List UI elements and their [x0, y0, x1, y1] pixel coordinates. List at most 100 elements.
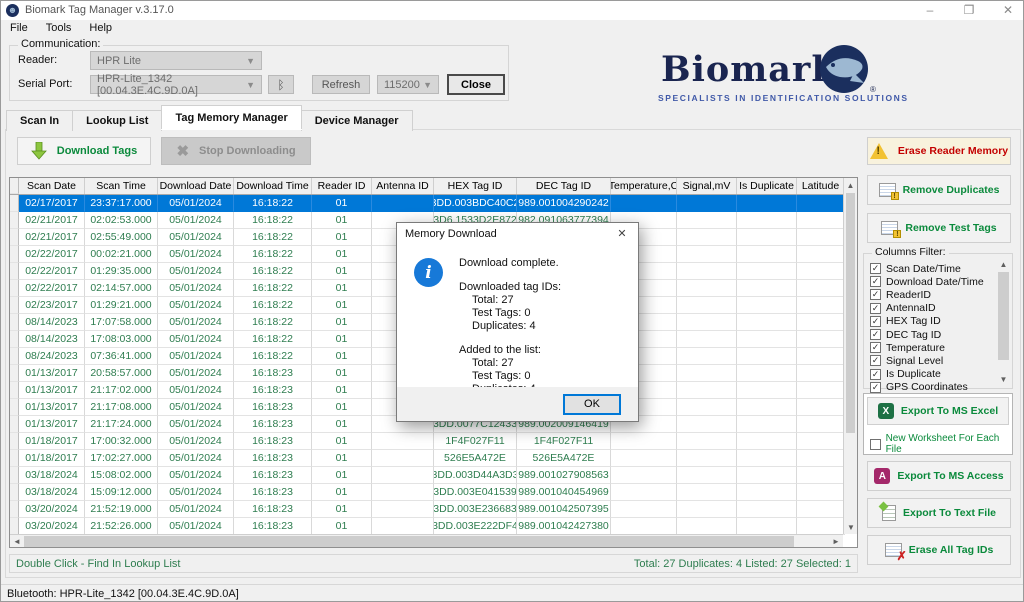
table-hscrollbar[interactable]: ◄► [10, 534, 843, 547]
cell [737, 246, 797, 263]
filter-download-date-time[interactable]: ✓Download Date/Time [870, 275, 990, 288]
table-row[interactable]: 03/20/202421:52:26.00005/01/202416:18:23… [10, 518, 857, 535]
col-header-download-time[interactable]: Download Time [234, 178, 312, 194]
erase-reader-memory-button[interactable]: Erase Reader Memory [867, 137, 1011, 165]
cell: 17:00:32.000 [85, 433, 158, 450]
cell: 03/18/2024 [19, 467, 85, 484]
cell [737, 229, 797, 246]
cell: 05/01/2024 [158, 518, 234, 535]
filter-readerid[interactable]: ✓ReaderID [870, 288, 990, 301]
table-row[interactable]: 03/20/202421:52:19.00005/01/202416:18:23… [10, 501, 857, 518]
checkbox-icon[interactable] [870, 439, 881, 450]
filter-scroll-thumb[interactable] [998, 272, 1009, 360]
cell: 3DD.003D44A3D3 [434, 467, 517, 484]
cell: 17:08:03.000 [85, 331, 158, 348]
cell [372, 467, 434, 484]
scroll-up-icon[interactable]: ▲ [997, 258, 1010, 271]
filter-is-duplicate[interactable]: ✓Is Duplicate [870, 368, 990, 381]
col-header-scan-time[interactable]: Scan Time [85, 178, 158, 194]
menu-item-help[interactable]: Help [80, 20, 121, 36]
row-header-corner [10, 178, 19, 194]
excel-icon: X [878, 403, 894, 419]
col-header-scan-date[interactable]: Scan Date [19, 178, 85, 194]
filter-dec-tag-id[interactable]: ✓DEC Tag ID [870, 328, 990, 341]
dialog-close-icon[interactable]: ✕ [606, 223, 638, 245]
scroll-up-icon[interactable]: ▲ [844, 178, 857, 192]
downloaded-stats: Total: 27Test Tags: 0Duplicates: 4 [459, 294, 561, 333]
table-hscroll-thumb[interactable] [24, 536, 794, 547]
table-row[interactable]: 02/17/201723:37:17.00005/01/202416:18:22… [10, 195, 857, 212]
col-header-hex-tag-id[interactable]: HEX Tag ID [434, 178, 517, 194]
ok-button[interactable]: OK [563, 394, 621, 415]
export-text-file-button[interactable]: Export To Text File [867, 498, 1011, 528]
cell: 02/23/2017 [19, 297, 85, 314]
serial-port-select[interactable]: HPR-Lite_1342 [00.04.3E.4C.9D.0A] ▼ [90, 75, 262, 94]
reader-select[interactable]: HPR Lite ▼ [90, 51, 262, 70]
col-header-is-duplicate[interactable]: Is Duplicate [737, 178, 797, 194]
scroll-down-icon[interactable]: ▼ [844, 520, 858, 534]
cell [677, 229, 737, 246]
remove-duplicates-button[interactable]: ! Remove Duplicates [867, 175, 1011, 205]
export-access-button[interactable]: A Export To MS Access [867, 461, 1011, 491]
cell: 02:55:49.000 [85, 229, 158, 246]
filter-label: Scan Date/Time [886, 263, 961, 275]
col-header-signal-mv[interactable]: Signal,mV [677, 178, 737, 194]
reader-value: HPR Lite [97, 55, 141, 67]
baud-rate-select[interactable]: 115200 ▼ [377, 75, 439, 94]
cell: 3DD.003BDC40C2 [434, 195, 517, 212]
col-header-dec-tag-id[interactable]: DEC Tag ID [517, 178, 611, 194]
table-row[interactable]: 03/18/202415:09:12.00005/01/202416:18:23… [10, 484, 857, 501]
col-header-reader-id[interactable]: Reader ID [312, 178, 372, 194]
tab-device-manager[interactable]: Device Manager [301, 110, 413, 131]
cell: 23:37:17.000 [85, 195, 158, 212]
cell: 01 [312, 518, 372, 535]
bluetooth-button[interactable]: ᛒ [268, 75, 294, 94]
tab-lookup-list[interactable]: Lookup List [72, 110, 162, 131]
remove-test-tags-button[interactable]: ! Remove Test Tags [867, 213, 1011, 243]
table-row[interactable]: 01/18/201717:00:32.00005/01/202416:18:23… [10, 433, 857, 450]
download-tags-button[interactable]: Download Tags [17, 137, 151, 165]
cell [677, 501, 737, 518]
filter-scrollbar[interactable]: ▲ ▼ [997, 258, 1010, 386]
cell: 16:18:22 [234, 297, 312, 314]
table-row[interactable]: 01/18/201717:02:27.00005/01/202416:18:23… [10, 450, 857, 467]
filter-gps-coordinates[interactable]: ✓GPS Coordinates [870, 381, 990, 394]
filter-signal-level[interactable]: ✓Signal Level [870, 354, 990, 367]
table-row[interactable]: 03/18/202415:08:02.00005/01/202416:18:23… [10, 467, 857, 484]
menu-item-file[interactable]: File [1, 20, 37, 36]
row-header-cell [10, 484, 19, 501]
col-header-latitude[interactable]: Latitude [797, 178, 845, 194]
tab-tag-memory-manager[interactable]: Tag Memory Manager [161, 105, 301, 129]
dialog-title-bar[interactable]: Memory Download ✕ [397, 223, 638, 245]
title-bar[interactable]: ☻ Biomark Tag Manager v.3.17.0 – ❐ ✕ [1, 1, 1024, 20]
table-vscroll-thumb[interactable] [846, 193, 855, 433]
col-header-download-date[interactable]: Download Date [158, 178, 234, 194]
filter-hex-tag-id[interactable]: ✓HEX Tag ID [870, 315, 990, 328]
new-worksheet-option[interactable]: New Worksheet For Each File [870, 433, 1012, 455]
cell [797, 399, 845, 416]
cell: 01:29:21.000 [85, 297, 158, 314]
close-window-button[interactable]: ✕ [991, 1, 1024, 20]
col-header-antenna-id[interactable]: Antenna ID [372, 178, 434, 194]
export-access-label: Export To MS Access [897, 470, 1003, 482]
filter-temperature[interactable]: ✓Temperature [870, 341, 990, 354]
erase-all-tag-ids-button[interactable]: ✗ Erase All Tag IDs [867, 535, 1011, 565]
close-port-button[interactable]: Close [447, 74, 505, 95]
scroll-left-icon[interactable]: ◄ [10, 537, 24, 546]
minimize-button[interactable]: – [913, 1, 947, 20]
cell [372, 484, 434, 501]
restore-button[interactable]: ❐ [952, 1, 986, 20]
col-header-temperature-c[interactable]: Temperature,C [611, 178, 677, 194]
scroll-right-icon[interactable]: ► [829, 537, 843, 546]
filter-scan-date-time[interactable]: ✓Scan Date/Time [870, 262, 990, 275]
menu-item-tools[interactable]: Tools [37, 20, 81, 36]
text-file-icon [882, 505, 896, 521]
row-header-cell [10, 382, 19, 399]
refresh-button[interactable]: Refresh [312, 75, 370, 94]
scroll-down-icon[interactable]: ▼ [997, 373, 1010, 386]
table-vscrollbar[interactable]: ▲▼ [843, 178, 857, 534]
export-excel-button[interactable]: X Export To MS Excel [867, 397, 1009, 425]
filter-antennaid[interactable]: ✓AntennaID [870, 302, 990, 315]
tab-scan-in[interactable]: Scan In [6, 110, 73, 131]
stop-downloading-button[interactable]: ✖ Stop Downloading [161, 137, 311, 165]
